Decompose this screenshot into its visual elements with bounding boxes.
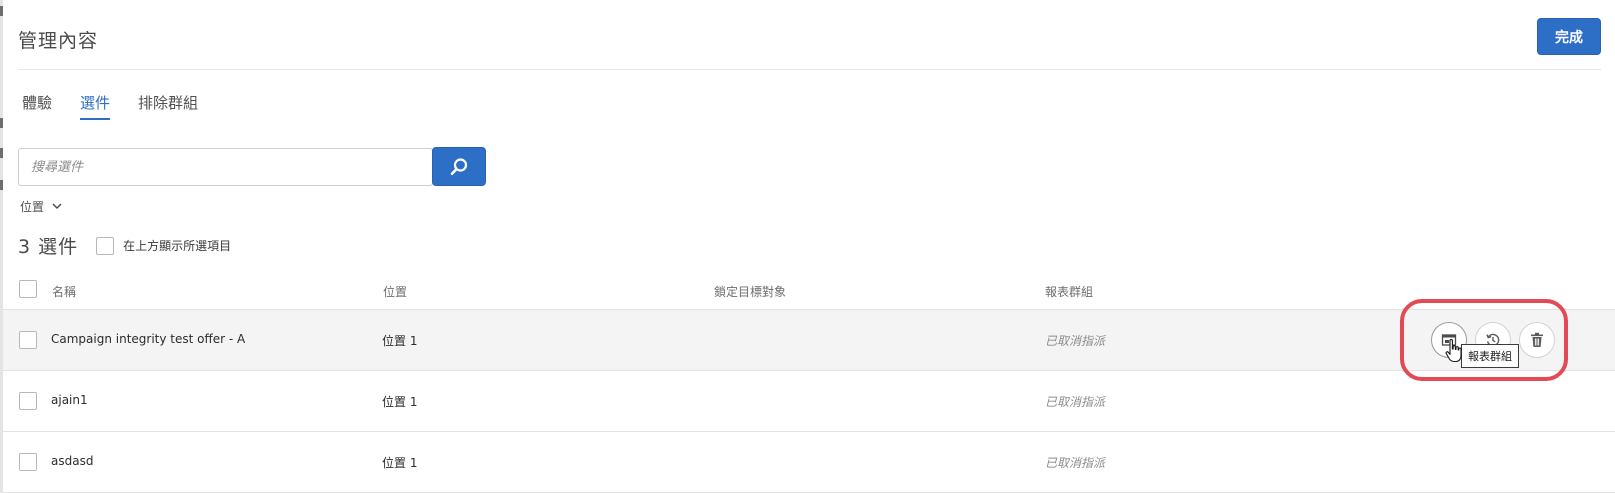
column-header-targeting[interactable]: 鎖定目標對象 — [714, 283, 786, 300]
row-location: 位置 1 — [382, 456, 418, 470]
results-summary: 3 選件 在上方顯示所選項目 — [18, 232, 231, 259]
row-report-group: 已取消指派 — [1045, 456, 1106, 470]
row-location: 位置 1 — [382, 334, 418, 348]
edge-tick — [0, 148, 3, 158]
trash-icon — [1531, 332, 1543, 347]
search-input[interactable] — [18, 148, 433, 186]
tab-exclusion-groups[interactable]: 排除群組 — [138, 92, 198, 120]
hand-cursor-icon — [1445, 338, 1462, 363]
table-header: 名稱 位置 鎖定目標對象 報表群組 — [3, 272, 1615, 310]
table-row[interactable]: ajain1 位置 1 已取消指派 — [3, 371, 1615, 432]
column-header-name[interactable]: 名稱 — [52, 283, 76, 300]
row-checkbox[interactable] — [19, 331, 37, 349]
search-button[interactable] — [432, 147, 486, 186]
show-selected-label: 在上方顯示所選項目 — [123, 239, 232, 253]
location-filter-dropdown[interactable]: 位置 — [20, 198, 62, 215]
search-icon — [450, 157, 468, 175]
done-button[interactable]: 完成 — [1537, 18, 1601, 55]
row-checkbox[interactable] — [19, 392, 37, 410]
tab-offers[interactable]: 選件 — [80, 92, 111, 120]
report-group-tooltip: 報表群組 — [1461, 344, 1519, 368]
edge-tick — [0, 118, 3, 128]
offers-table: 名稱 位置 鎖定目標對象 報表群組 Campaign integrity tes… — [3, 272, 1615, 493]
tab-experiences[interactable]: 體驗 — [22, 92, 52, 120]
chevron-down-icon — [52, 203, 62, 210]
column-header-report-group[interactable]: 報表群組 — [1045, 283, 1093, 300]
row-name: Campaign integrity test offer - A — [51, 332, 246, 346]
delete-button[interactable] — [1519, 322, 1555, 358]
row-name: ajain1 — [51, 393, 88, 407]
row-report-group: 已取消指派 — [1045, 334, 1106, 348]
row-checkbox[interactable] — [19, 453, 37, 471]
edge-tick — [0, 6, 3, 16]
row-report-group: 已取消指派 — [1045, 395, 1106, 409]
select-all-checkbox[interactable] — [19, 280, 37, 298]
location-filter-label: 位置 — [20, 200, 45, 214]
show-selected-checkbox[interactable] — [96, 236, 115, 255]
table-row[interactable]: asdasd 位置 1 已取消指派 — [3, 432, 1615, 493]
edge-tick — [0, 180, 3, 190]
tab-bar: 體驗 選件 排除群組 — [22, 92, 226, 120]
result-count: 3 選件 — [18, 236, 79, 258]
table-row[interactable]: Campaign integrity test offer - A 位置 1 已… — [3, 310, 1615, 371]
page-title: 管理內容 — [18, 30, 99, 52]
page-header: 管理內容 完成 — [18, 0, 1601, 70]
row-name: asdasd — [51, 454, 94, 468]
column-header-location[interactable]: 位置 — [383, 283, 407, 300]
row-location: 位置 1 — [382, 395, 418, 409]
